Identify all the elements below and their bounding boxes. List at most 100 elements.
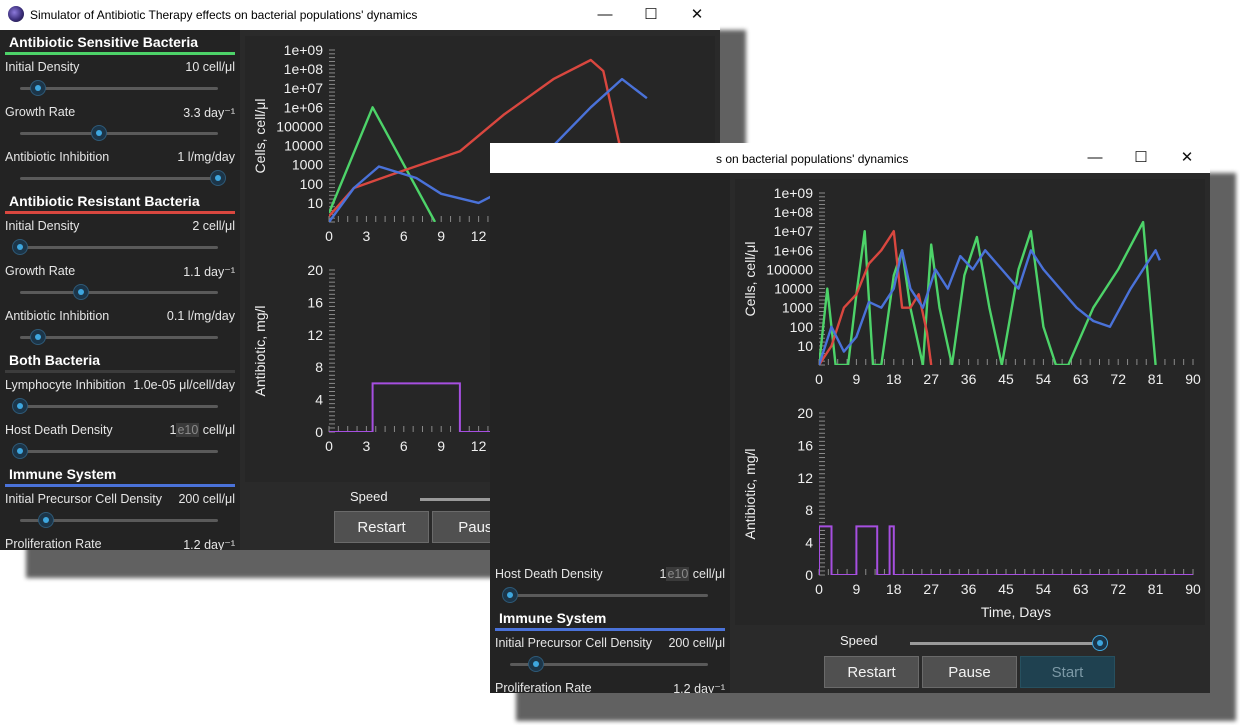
parameters-sidebar: Antibiotic Sensitive Bacteria Initial De… [0, 30, 240, 550]
y-tick-label: 1e+07 [284, 80, 324, 96]
y-tick-label: 20 [797, 405, 813, 421]
slider-handle[interactable] [210, 170, 226, 186]
value-edit-region[interactable]: e10 [176, 423, 200, 437]
minimize-button[interactable]: — [1072, 143, 1118, 173]
resistant-antibiotic-inhibition-slider[interactable] [20, 329, 218, 345]
y-tick-label: 10000 [284, 138, 323, 154]
slider-track [20, 450, 218, 453]
precursor-cell-density-slider[interactable] [510, 656, 708, 672]
sensitive-antibiotic-inhibition-slider[interactable] [20, 170, 226, 186]
x-tick-label: 0 [815, 371, 823, 387]
slider-handle[interactable] [12, 443, 28, 459]
host-death-density-field[interactable]: 1e10 cell/μl [169, 423, 235, 437]
speed-label: Speed [350, 489, 388, 504]
slider-handle[interactable] [29, 80, 46, 96]
param-value: 3.3 day⁻¹ [183, 106, 235, 120]
y-tick-label: 12 [307, 327, 323, 343]
resistant-initial-density-slider[interactable] [12, 239, 218, 255]
sensitive-initial-density-slider[interactable] [20, 80, 218, 96]
section-underline [5, 370, 235, 373]
title-bar: s on bacterial populations' dynamics — ☐… [490, 143, 1210, 173]
series-line-resistant [819, 230, 933, 365]
restart-button[interactable]: Restart [824, 656, 919, 688]
x-tick-label: 36 [961, 371, 977, 387]
y-tick-label: 10 [307, 195, 323, 211]
close-button[interactable]: ✕ [1164, 143, 1210, 173]
value-unit: cell/μl [199, 423, 235, 437]
speed-slider[interactable] [910, 635, 1108, 651]
section-title: Both Bacteria [9, 352, 101, 368]
slider-handle[interactable] [29, 329, 46, 345]
slider-handle[interactable] [502, 587, 518, 603]
y-tick-label: 4 [315, 392, 323, 408]
y-tick-label: 16 [307, 294, 323, 310]
y-tick-label: 100 [790, 319, 814, 335]
value-edit-region[interactable]: e10 [666, 567, 690, 581]
value-prefix: 1 [169, 423, 177, 437]
section-underline [5, 211, 235, 214]
x-tick-label: 0 [325, 228, 333, 244]
x-tick-label: 27 [923, 371, 939, 387]
y-tick-label: 1e+09 [774, 185, 814, 201]
y-tick-label: 8 [805, 502, 813, 518]
host-death-density-slider[interactable] [502, 587, 708, 603]
param-label: Initial Precursor Cell Density [5, 492, 162, 506]
slider-track [20, 291, 218, 294]
param-label: Antibiotic Inhibition [5, 150, 110, 164]
slider-handle[interactable] [91, 125, 108, 141]
slider-track [20, 132, 218, 135]
slider-track [20, 336, 218, 339]
x-tick-label: 27 [923, 581, 939, 597]
y-tick-label: 0 [805, 567, 813, 583]
sensitive-growth-rate-slider[interactable] [20, 125, 218, 141]
pause-button[interactable]: Pause [922, 656, 1017, 688]
host-death-density-slider[interactable] [12, 443, 218, 459]
param-label: Initial Precursor Cell Density [495, 636, 652, 650]
close-button[interactable]: ✕ [674, 0, 720, 30]
precursor-cell-density-slider[interactable] [20, 512, 218, 528]
x-tick-label: 63 [1073, 371, 1089, 387]
param-value: 200 cell/μl [668, 636, 725, 650]
param-value: 2 cell/μl [192, 219, 235, 233]
lymphocyte-inhibition-slider[interactable] [12, 398, 218, 414]
slider-handle[interactable] [1092, 635, 1108, 651]
y-tick-label: 0 [315, 424, 323, 440]
y-tick-label: 16 [797, 437, 813, 453]
x-tick-label: 18 [886, 581, 902, 597]
x-tick-label: 90 [1185, 581, 1201, 597]
slider-track [20, 87, 218, 90]
param-label: Host Death Density [495, 567, 603, 581]
y-tick-label: 8 [315, 359, 323, 375]
resistant-growth-rate-slider[interactable] [20, 284, 218, 300]
slider-handle[interactable] [37, 512, 54, 528]
restart-button[interactable]: Restart [334, 511, 429, 543]
param-value: 10 cell/μl [185, 60, 235, 74]
y-tick-label: 1e+08 [284, 61, 324, 77]
y-tick-label: 12 [797, 470, 813, 486]
param-value: 1.2 day⁻¹ [183, 538, 235, 550]
x-tick-label: 6 [400, 228, 408, 244]
x-tick-label: 45 [998, 371, 1014, 387]
series-line-antibiotic [819, 525, 1193, 575]
series-line-sensitive [819, 220, 1157, 365]
param-label: Lymphocyte Inhibition [5, 378, 126, 392]
slider-handle[interactable] [527, 656, 544, 672]
slider-handle[interactable] [12, 239, 28, 255]
minimize-button[interactable]: — [582, 0, 628, 30]
slider-handle[interactable] [73, 284, 90, 300]
x-tick-label: 72 [1110, 371, 1126, 387]
slider-handle[interactable] [12, 398, 28, 414]
section-title: Immune System [499, 610, 607, 626]
y-tick-label: 1000 [292, 157, 323, 173]
param-label: Initial Density [5, 219, 80, 233]
maximize-button[interactable]: ☐ [628, 0, 674, 30]
section-underline [495, 628, 725, 631]
app-icon [8, 6, 24, 22]
y-tick-label: 1e+06 [774, 242, 814, 258]
section-underline [5, 484, 235, 487]
slider-track [20, 246, 218, 249]
host-death-density-field[interactable]: 1e10 cell/μl [660, 567, 725, 581]
slider-track [910, 642, 1100, 645]
maximize-button[interactable]: ☐ [1118, 143, 1164, 173]
start-button[interactable]: Start [1020, 656, 1115, 688]
